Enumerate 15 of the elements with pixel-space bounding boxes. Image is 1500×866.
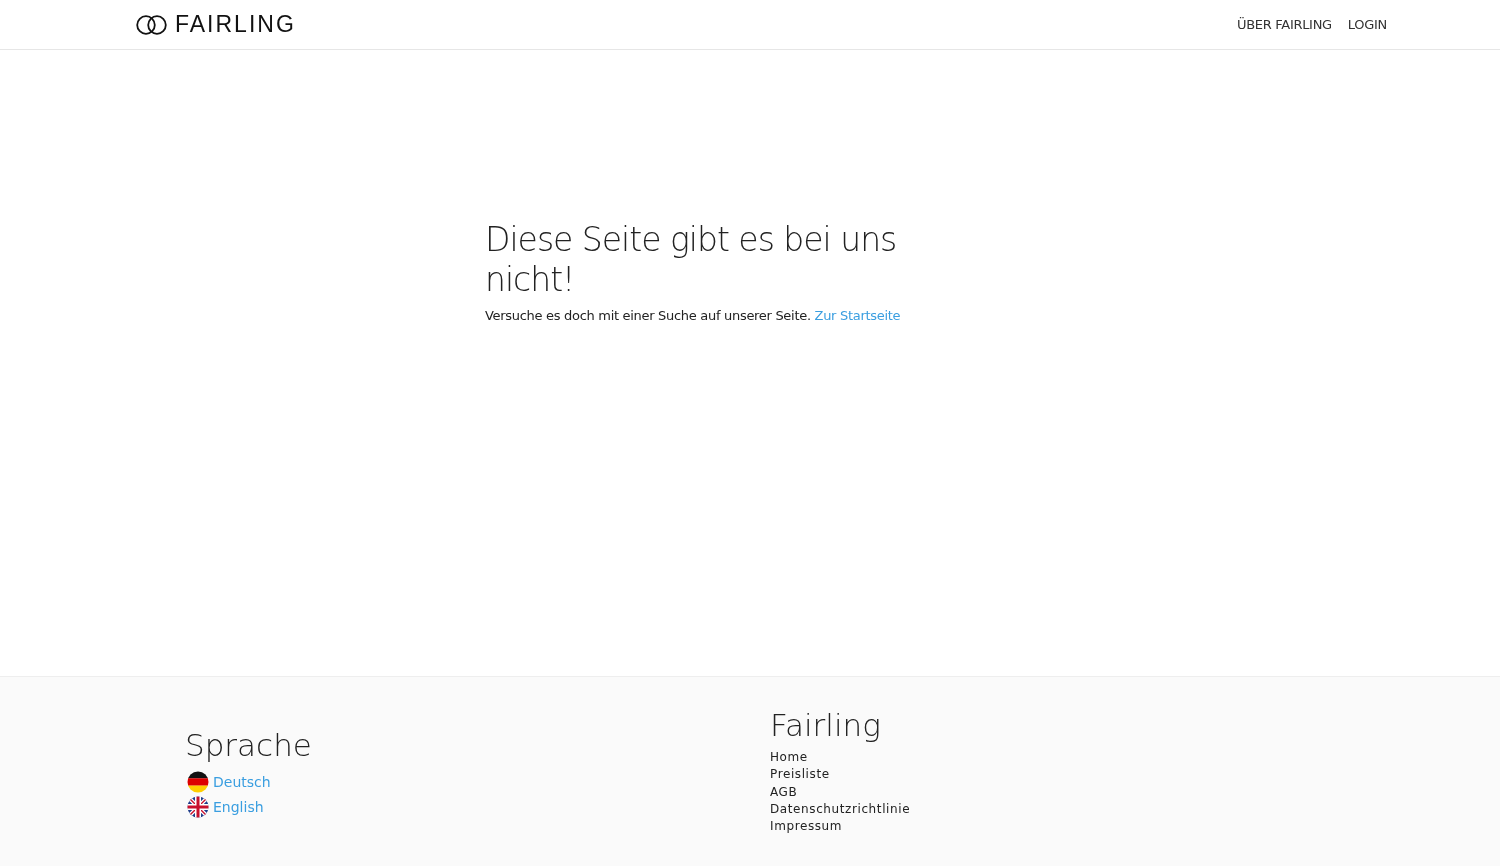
footer-link[interactable]: AGB [770,783,911,801]
nav-link[interactable]: ÜBER FAIRLING [1237,17,1332,32]
footer-heading: Fairling [770,706,882,745]
footer-link[interactable]: Preisliste [770,766,911,784]
flag-icon [187,795,209,818]
footer-link[interactable]: Datenschutzrichtlinie [770,800,911,819]
page-heading: Diese Seite gibt es bei uns nicht! [485,220,898,300]
nav-link[interactable]: LOGIN [1347,17,1387,32]
flag-icon [187,770,209,793]
logo-link[interactable]: FAIRLING [175,11,296,38]
footer-link[interactable]: Home [770,749,911,767]
message-text: Versuche es doch mit einer Suche auf unserer Seite. [485,308,811,323]
logo-icon [136,14,167,35]
footer-link[interactable]: Impressum [770,818,911,836]
footer-heading: Sprache [185,726,313,765]
